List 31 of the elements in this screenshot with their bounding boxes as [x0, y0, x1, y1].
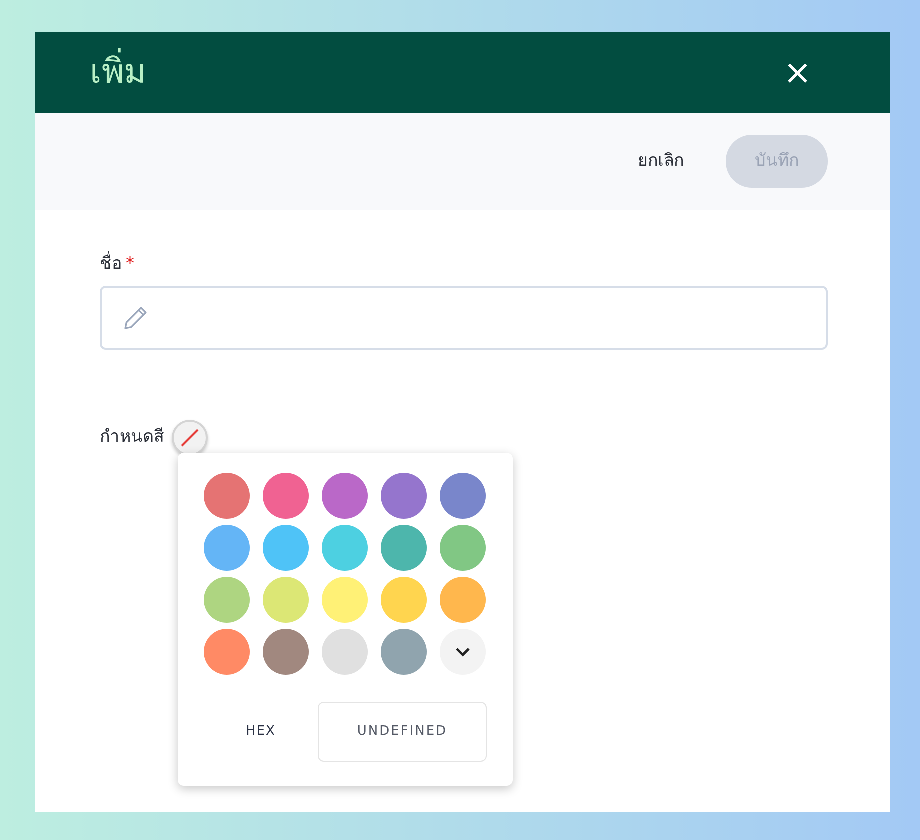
- chevron-down-icon: [455, 647, 471, 657]
- color-swatch[interactable]: [204, 577, 250, 623]
- color-swatch[interactable]: [440, 525, 486, 571]
- field-label: กำหนดสี: [100, 426, 164, 449]
- hex-label: HEX: [245, 723, 277, 742]
- color-swatch[interactable]: [204, 473, 250, 519]
- color-swatch[interactable]: [263, 577, 309, 623]
- color-swatch[interactable]: [381, 629, 427, 675]
- color-swatch[interactable]: [322, 473, 368, 519]
- color-swatch[interactable]: [440, 473, 486, 519]
- color-swatch[interactable]: [204, 629, 250, 675]
- hex-field[interactable]: UNDEFINED: [318, 702, 487, 762]
- dialog-title: เพิ่ม: [90, 47, 146, 98]
- close-button[interactable]: ×: [784, 56, 812, 90]
- field-label: ชื่อ: [100, 252, 122, 278]
- color-swatch[interactable]: [204, 525, 250, 571]
- color-swatch[interactable]: [381, 473, 427, 519]
- color-swatch[interactable]: [440, 577, 486, 623]
- no-color-button[interactable]: [172, 420, 208, 456]
- color-swatch[interactable]: [381, 525, 427, 571]
- color-swatch[interactable]: [263, 629, 309, 675]
- color-swatch[interactable]: [322, 577, 368, 623]
- required-mark: *: [126, 253, 134, 276]
- cancel-button[interactable]: ยกเลิก: [632, 148, 690, 176]
- expand-button[interactable]: [440, 629, 486, 675]
- color-swatch[interactable]: [322, 525, 368, 571]
- color-swatch[interactable]: [381, 577, 427, 623]
- color-swatch[interactable]: [263, 525, 309, 571]
- color-swatch[interactable]: [322, 629, 368, 675]
- color-swatch[interactable]: [263, 473, 309, 519]
- name-field[interactable]: [100, 286, 828, 350]
